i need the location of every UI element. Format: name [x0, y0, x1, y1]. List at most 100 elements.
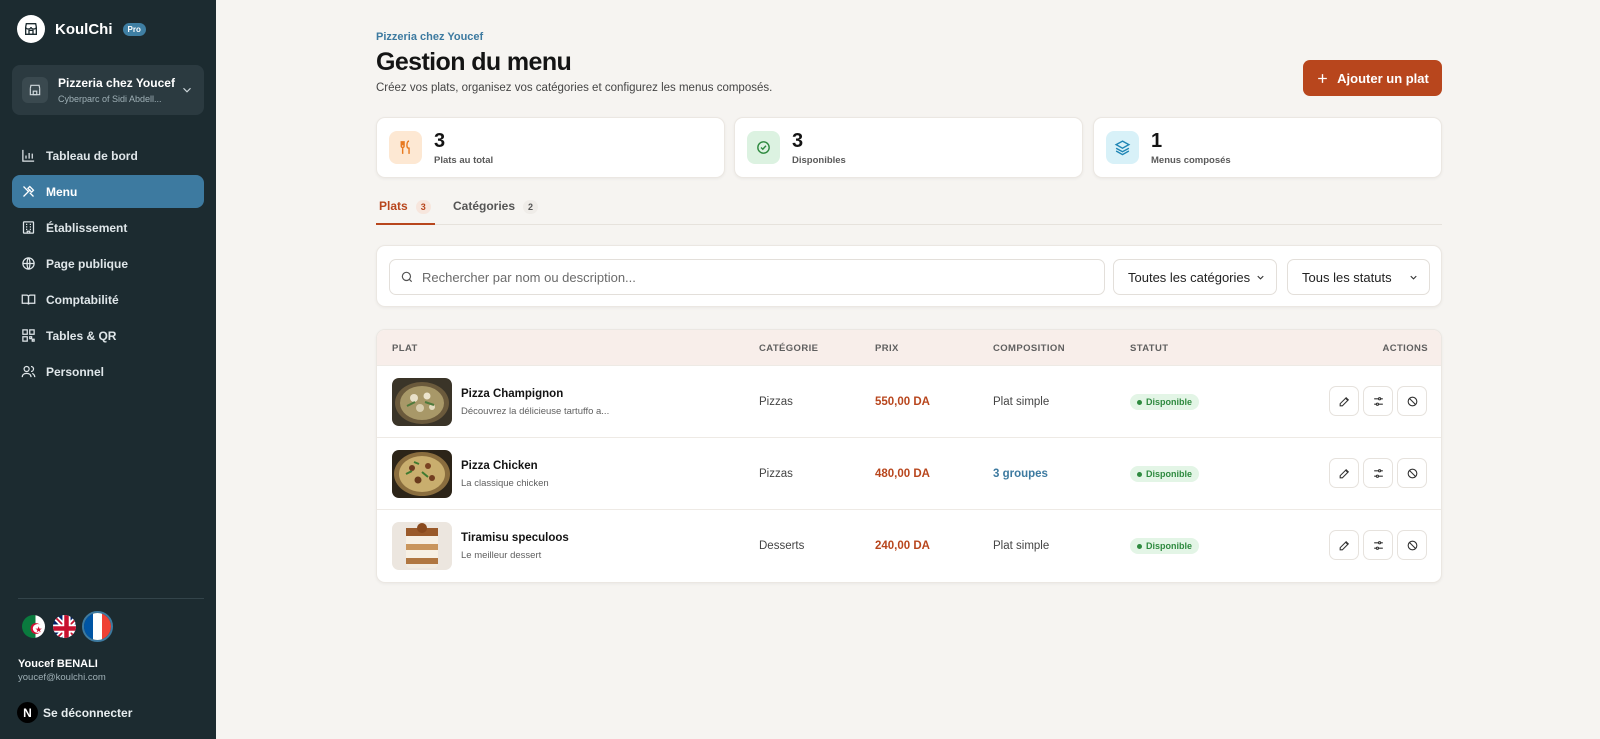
column-header-composition: COMPOSITION: [993, 343, 1065, 354]
sidebar-item-accounting[interactable]: Comptabilité: [12, 283, 204, 316]
stat-value: 3: [434, 130, 446, 152]
restaurant-address: Cyberparc of Sidi Abdell...: [58, 94, 162, 104]
search-box[interactable]: [389, 259, 1105, 295]
dish-composition-link[interactable]: 3 groupes: [993, 468, 1048, 480]
table-row[interactable]: Pizza Champignon Découvrez la délicieuse…: [377, 365, 1441, 437]
page-title: Gestion du menu: [376, 48, 572, 76]
restaurant-switcher[interactable]: Pizzeria chez Youcef Cyberparc of Sidi A…: [12, 65, 204, 115]
dish-name: Pizza Champignon: [461, 388, 564, 400]
edit-button[interactable]: [1329, 530, 1359, 560]
status-badge: Disponible: [1130, 466, 1200, 482]
disable-button[interactable]: [1397, 386, 1427, 416]
dish-composition: Plat simple: [993, 396, 1050, 408]
table-row[interactable]: Tiramisu speculoos Le meilleur dessert D…: [377, 509, 1441, 581]
dish-name: Tiramisu speculoos: [461, 532, 569, 544]
sidebar-item-establishment[interactable]: Établissement: [12, 211, 204, 244]
stat-value: 3: [792, 130, 804, 152]
tab-count: 3: [415, 200, 431, 214]
dish-category: Pizzas: [759, 396, 793, 408]
status-filter-select[interactable]: Tous les statuts: [1287, 259, 1430, 295]
globe-icon: [22, 257, 35, 270]
bar-chart-icon: [22, 149, 35, 162]
options-button[interactable]: [1363, 530, 1393, 560]
book-icon: [21, 294, 36, 305]
add-dish-button[interactable]: Ajouter un plat: [1303, 60, 1442, 96]
tab-label: Plats: [379, 199, 408, 213]
dish-image: [392, 522, 452, 570]
sidebar-nav: Tableau de bord Menu Établissement Page …: [12, 139, 204, 391]
avatar: N: [17, 702, 38, 723]
status-label: Disponible: [1146, 469, 1193, 479]
add-dish-label: Ajouter un plat: [1337, 70, 1429, 86]
sidebar-item-dashboard[interactable]: Tableau de bord: [12, 139, 204, 172]
edit-button[interactable]: [1329, 386, 1359, 416]
status-badge: Disponible: [1130, 538, 1200, 554]
stat-label: Plats au total: [434, 155, 494, 166]
store-icon: [22, 77, 48, 103]
stat-value: 1: [1151, 130, 1163, 152]
disable-button[interactable]: [1397, 530, 1427, 560]
dish-image: [392, 378, 452, 426]
search-input[interactable]: [422, 269, 1092, 285]
logout-label: Se déconnecter: [43, 705, 133, 720]
flag-algeria-icon[interactable]: [20, 613, 47, 640]
flag-france-icon[interactable]: [82, 611, 113, 642]
page-subtitle: Créez vos plats, organisez vos catégorie…: [376, 82, 773, 94]
pencil-icon: [1339, 396, 1349, 406]
store-logo-icon: [17, 15, 45, 43]
table-row[interactable]: Pizza Chicken La classique chicken Pizza…: [377, 437, 1441, 509]
sidebar-item-staff[interactable]: Personnel: [12, 355, 204, 388]
breadcrumb[interactable]: Pizzeria chez Youcef: [376, 31, 483, 43]
column-header-category: CATÉGORIE: [759, 343, 819, 354]
column-header-price: PRIX: [875, 343, 899, 354]
sidebar-item-label: Menu: [46, 184, 78, 199]
brand-name: KoulChi: [55, 20, 113, 38]
dish-description: La classique chicken: [461, 478, 549, 489]
tab-count: 2: [523, 200, 539, 214]
dish-name: Pizza Chicken: [461, 460, 538, 472]
pencil-icon: [1339, 468, 1349, 478]
flag-uk-icon[interactable]: [51, 613, 78, 640]
stat-card-total-dishes: 3 Plats au total: [376, 117, 725, 178]
dish-price: 550,00 DA: [875, 396, 930, 408]
sliders-icon: [1373, 468, 1383, 478]
fork-knife-icon: [389, 131, 422, 164]
sidebar-item-label: Personnel: [46, 364, 105, 379]
stat-label: Menus composés: [1151, 155, 1231, 166]
tab-dishes[interactable]: Plats 3: [376, 195, 435, 225]
column-header-status: STATUT: [1130, 343, 1169, 354]
status-filter-value: Tous les statuts: [1302, 269, 1392, 285]
chevron-down-icon: [183, 87, 191, 93]
plus-icon: [1318, 73, 1327, 83]
tab-label: Catégories: [453, 199, 516, 213]
sidebar-item-label: Tableau de bord: [46, 148, 138, 163]
category-filter-select[interactable]: Toutes les catégories: [1113, 259, 1277, 295]
status-dot: [1137, 543, 1142, 549]
sidebar-divider: [18, 598, 204, 599]
sidebar-item-tables-qr[interactable]: Tables & QR: [12, 319, 204, 352]
chevron-down-icon: [1410, 275, 1417, 280]
sidebar-item-menu[interactable]: Menu: [12, 175, 204, 208]
sliders-icon: [1373, 540, 1383, 550]
tab-categories[interactable]: Catégories 2: [453, 195, 539, 225]
disable-button[interactable]: [1397, 458, 1427, 488]
sidebar-item-label: Comptabilité: [46, 292, 119, 307]
logout-button[interactable]: N Se déconnecter: [17, 702, 132, 723]
dish-description: Découvrez la délicieuse tartuffo a...: [461, 406, 610, 417]
sliders-icon: [1373, 396, 1383, 406]
column-header-dish: PLAT: [392, 343, 418, 354]
stat-label: Disponibles: [792, 155, 846, 166]
dishes-table: PLAT CATÉGORIE PRIX COMPOSITION STATUT A…: [376, 329, 1442, 583]
eye-off-icon: [1407, 540, 1417, 550]
restaurant-name: Pizzeria chez Youcef: [58, 76, 175, 90]
column-header-actions: ACTIONS: [1382, 343, 1428, 354]
users-icon: [21, 365, 36, 378]
edit-button[interactable]: [1329, 458, 1359, 488]
options-button[interactable]: [1363, 458, 1393, 488]
sidebar-item-label: Tables & QR: [46, 328, 117, 343]
brand[interactable]: KoulChi Pro: [17, 15, 146, 43]
filter-bar: Toutes les catégories Tous les statuts: [376, 245, 1442, 307]
options-button[interactable]: [1363, 386, 1393, 416]
sidebar: KoulChi Pro Pizzeria chez Youcef Cyberpa…: [0, 0, 216, 739]
sidebar-item-public-page[interactable]: Page publique: [12, 247, 204, 280]
